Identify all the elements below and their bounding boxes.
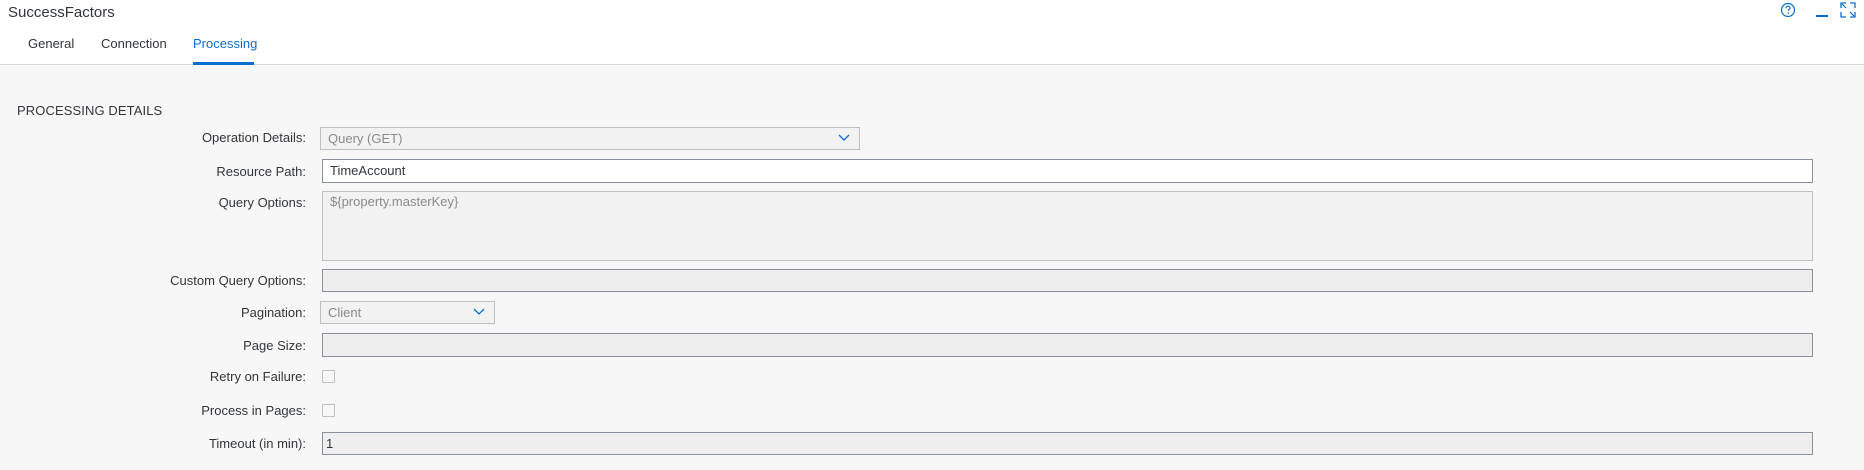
retry-on-failure-checkbox[interactable]	[322, 370, 335, 383]
operation-details-label: Operation Details:	[201, 130, 306, 145]
operation-details-value: Query (GET)	[328, 131, 403, 146]
custom-query-options-label: Custom Query Options:	[170, 273, 306, 288]
timeout-label: Timeout (in min):	[208, 436, 306, 451]
chevron-down-icon	[473, 308, 485, 315]
resource-path-value: TimeAccount	[330, 163, 406, 178]
retry-on-failure-label: Retry on Failure:	[209, 369, 306, 384]
tab-general[interactable]: General	[28, 36, 74, 65]
pagination-value: Client	[328, 305, 362, 320]
page-size-input[interactable]	[322, 333, 1813, 357]
pagination-select[interactable]: Client	[320, 301, 495, 324]
expand-icon[interactable]	[1840, 2, 1856, 18]
tab-connection[interactable]: Connection	[101, 36, 167, 65]
custom-query-options-input[interactable]	[322, 269, 1813, 292]
app-title: SuccessFactors	[8, 4, 115, 21]
header-bar: SuccessFactors General Connection Proces…	[0, 0, 1864, 65]
minimize-icon[interactable]	[1814, 2, 1830, 18]
query-options-value: ${property.masterKey}	[330, 194, 459, 209]
resource-path-input[interactable]: TimeAccount	[322, 159, 1813, 183]
section-title: PROCESSING DETAILS	[17, 103, 163, 118]
chevron-down-icon	[838, 134, 850, 141]
operation-details-select[interactable]: Query (GET)	[320, 127, 860, 150]
query-options-label: Query Options:	[218, 195, 306, 210]
tab-label: Processing	[193, 36, 258, 51]
tab-label: Connection	[101, 36, 167, 51]
tab-label: General	[28, 36, 75, 51]
timeout-input[interactable]: 1	[322, 432, 1813, 455]
resource-path-label: Resource Path:	[216, 164, 306, 179]
process-in-pages-label: Process in Pages:	[201, 403, 306, 418]
process-in-pages-checkbox[interactable]	[322, 404, 335, 417]
timeout-value: 1	[326, 436, 334, 451]
page-size-label: Page Size:	[243, 338, 306, 353]
query-options-textarea[interactable]: ${property.masterKey}	[322, 191, 1813, 261]
help-icon[interactable]	[1780, 2, 1796, 18]
pagination-label: Pagination:	[240, 305, 306, 320]
tab-processing[interactable]: Processing	[193, 36, 258, 65]
